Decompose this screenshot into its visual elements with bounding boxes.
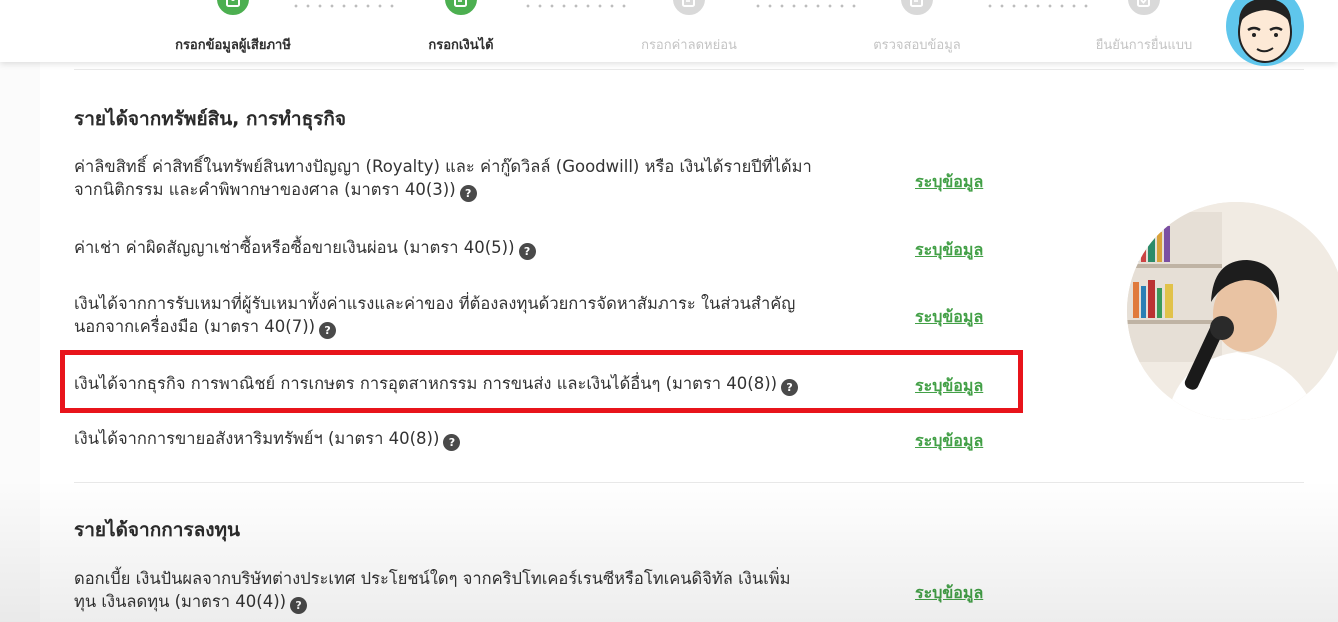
- presenter-webcam: [1127, 202, 1338, 420]
- highlight-box: [60, 350, 1023, 413]
- form-edit-icon: [670, 0, 708, 18]
- help-icon[interactable]: ?: [459, 185, 477, 202]
- specify-info-link-royalty[interactable]: ระบุข้อมูล: [915, 170, 983, 195]
- row-text-line1: ดอกเบี้ย เงินปันผลจากบริษัทต่างประเทศ ปร…: [74, 569, 791, 588]
- income-row-rent: ค่าเช่า ค่าผิดสัญญาเช่าซื้อหรือซื้อขายเง…: [74, 236, 894, 260]
- step-label: กรอกค่าลดหย่อน: [641, 38, 737, 53]
- income-row-contracting: เงินได้จากการรับเหมาที่ผู้รับเหมาทั้งค่า…: [74, 292, 894, 339]
- step-label: ยืนยันการยื่นแบบ: [1095, 38, 1193, 53]
- income-row-investment: ดอกเบี้ย เงินปันผลจากบริษัทต่างประเทศ ปร…: [74, 567, 894, 614]
- row-text-line2: จากนิติกรรม และคำพิพากษาของศาล (มาตรา 40…: [74, 180, 456, 199]
- help-icon[interactable]: ?: [518, 243, 536, 260]
- row-text-line2: นอกจากเครื่องมือ (มาตรา 40(7)): [74, 317, 316, 336]
- section-title-investment: รายได้จากการลงทุน: [74, 519, 241, 541]
- income-row-real-estate-sale: เงินได้จากการขายอสังหาริมทรัพย์ฯ (มาตรา …: [74, 427, 894, 451]
- form-check-icon: [1125, 0, 1163, 18]
- row-text-line1: เงินได้จากการขายอสังหาริมทรัพย์ฯ (มาตรา …: [74, 429, 440, 448]
- divider: [74, 482, 1304, 483]
- progress-stepper: กรอกข้อมูลผู้เสียภาษี กรอกเงินได้ กรอกค่…: [0, 0, 1338, 62]
- help-icon[interactable]: ?: [443, 434, 461, 451]
- step-label: กรอกเงินได้: [428, 38, 494, 53]
- income-row-royalty: ค่าลิขสิทธิ์ ค่าสิทธิ์ในทรัพย์สินทางปัญญ…: [74, 155, 894, 202]
- step-connector: [290, 4, 402, 8]
- help-icon[interactable]: ?: [290, 597, 308, 614]
- row-text-line1: ค่าลิขสิทธิ์ ค่าสิทธิ์ในทรัพย์สินทางปัญญ…: [74, 157, 812, 176]
- specify-info-link-real-estate-sale[interactable]: ระบุข้อมูล: [915, 429, 983, 454]
- row-text-line1: เงินได้จากการรับเหมาที่ผู้รับเหมาทั้งค่า…: [74, 294, 796, 313]
- row-text-line2: ทุน เงินลดทุน (มาตรา 40(4)): [74, 592, 287, 611]
- row-text-line1: ค่าเช่า ค่าผิดสัญญาเช่าซื้อหรือซื้อขายเง…: [74, 238, 515, 257]
- divider: [74, 69, 1304, 70]
- section-title-property-business: รายได้จากทรัพย์สิน, การทำธุรกิจ: [74, 108, 347, 130]
- step-connector: [984, 4, 1096, 8]
- form-edit-icon: [442, 0, 480, 18]
- step-label: กรอกข้อมูลผู้เสียภาษี: [175, 38, 291, 53]
- step-connector: [522, 4, 634, 8]
- specify-info-link-contracting[interactable]: ระบุข้อมูล: [915, 305, 983, 330]
- step-label: ตรวจสอบข้อมูล: [873, 38, 961, 53]
- specify-info-link-rent[interactable]: ระบุข้อมูล: [915, 238, 983, 263]
- person-card-icon: [214, 0, 252, 18]
- specify-info-link-investment[interactable]: ระบุข้อมูล: [915, 581, 983, 606]
- step-connector: [752, 4, 864, 8]
- form-edit-icon: [898, 0, 936, 18]
- help-icon[interactable]: ?: [319, 322, 337, 339]
